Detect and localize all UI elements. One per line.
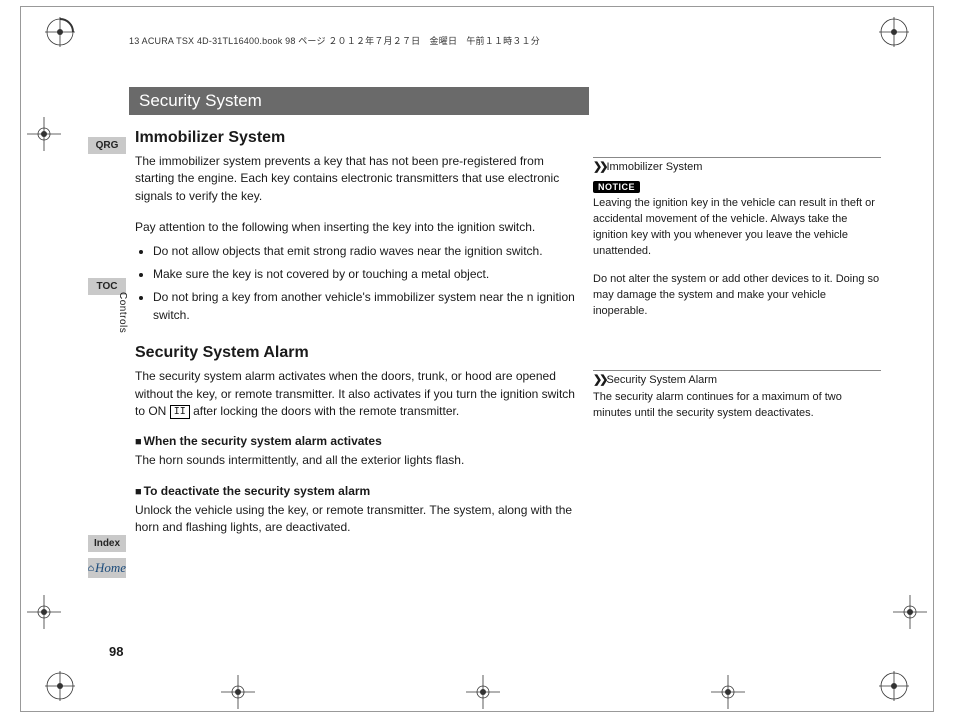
paragraph: Unlock the vehicle using the key, or rem… [135,502,583,537]
ignition-position-box: II [170,405,190,419]
sidebar-notes-column: ❯❯Immobilizer System NOTICE Leaving the … [593,157,881,433]
heading-security-alarm: Security System Alarm [135,344,583,362]
paragraph: The security system alarm activates when… [135,368,583,420]
crop-mark-icon [27,595,61,629]
tab-qrg[interactable]: QRG [88,137,126,154]
tab-home[interactable]: Home [88,558,126,578]
paragraph: The horn sounds intermittently, and all … [135,452,583,469]
sidebar-paragraph: Leaving the ignition key in the vehicle … [593,196,881,260]
chevron-right-icon: ❯❯ [593,161,605,173]
list-item: Do not bring a key from another vehicle'… [153,289,583,324]
home-icon [88,563,94,573]
registration-mark-icon [45,671,75,701]
document-header-info: 13 ACURA TSX 4D-31TL16400.book 98 ページ ２０… [129,34,540,47]
list-item: Make sure the key is not covered by or t… [153,266,583,283]
sidebar-paragraph: The security alarm continues for a maxim… [593,390,881,422]
list-item: Do not allow objects that emit strong ra… [153,243,583,260]
chevron-right-icon: ❯❯ [593,374,605,386]
registration-mark-icon [879,671,909,701]
paragraph: Pay attention to the following when inse… [135,219,583,236]
tab-index[interactable]: Index [88,535,126,552]
section-title: Security System [139,91,262,110]
square-bullet-icon: ■ [135,436,142,448]
subheading: ■When the security system alarm activate… [135,434,583,448]
registration-mark-icon [45,17,75,47]
sidebar-note-title: Immobilizer System [606,161,702,173]
main-content-column: Immobilizer System The immobilizer syste… [135,129,583,550]
text-span: after locking the doors with the remote … [190,404,459,418]
subheading-text: To deactivate the security system alarm [144,484,371,498]
sidebar-note-header: ❯❯Immobilizer System [593,157,881,173]
sidebar-paragraph: Do not alter the system or add other dev… [593,272,881,320]
sidebar-note-title: Security System Alarm [606,374,717,386]
crop-mark-icon [466,675,500,709]
notice-badge: NOTICE [593,181,640,193]
registration-mark-icon [879,17,909,47]
page-frame: 13 ACURA TSX 4D-31TL16400.book 98 ページ ２０… [20,6,934,712]
bullet-list: Do not allow objects that emit strong ra… [153,243,583,325]
crop-mark-icon [27,117,61,151]
subheading-text: When the security system alarm activates [144,434,382,448]
square-bullet-icon: ■ [135,486,142,498]
paragraph: The immobilizer system prevents a key th… [135,153,583,205]
left-tab-group-upper: QRG TOC [88,137,126,301]
section-title-bar: Security System [129,87,589,115]
crop-mark-icon [221,675,255,709]
section-vertical-label: Controls [117,292,128,333]
subheading: ■To deactivate the security system alarm [135,484,583,498]
crop-mark-icon [711,675,745,709]
left-tab-group-lower: Index Home [88,535,126,578]
sidebar-note-header: ❯❯Security System Alarm [593,370,881,386]
crop-mark-icon [893,595,927,629]
heading-immobilizer: Immobilizer System [135,129,583,147]
tab-home-label: Home [95,560,126,576]
page-number: 98 [109,644,123,659]
